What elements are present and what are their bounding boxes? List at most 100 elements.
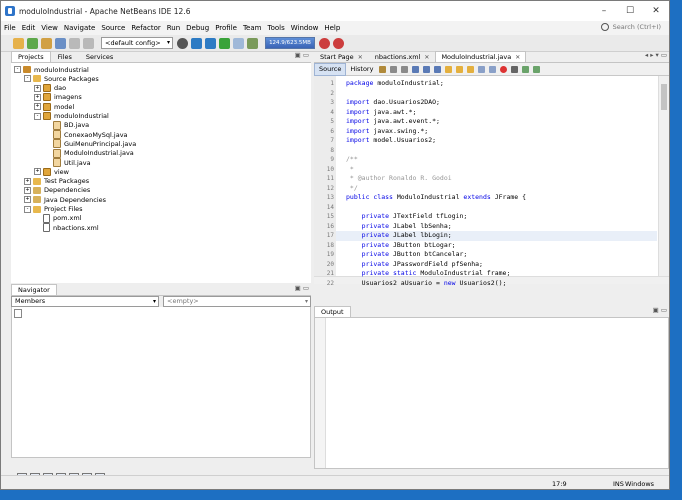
empty-select[interactable]: <empty> — [163, 296, 311, 307]
comment-icon[interactable] — [522, 65, 530, 73]
tree-item[interactable]: Util.java — [44, 158, 91, 167]
stop-macro-icon[interactable] — [511, 65, 519, 73]
new-file-icon[interactable] — [27, 37, 38, 49]
close-tab-icon[interactable]: ✕ — [515, 54, 520, 61]
last-edit-icon[interactable] — [379, 65, 387, 73]
maximize-button[interactable]: ☐ — [617, 1, 643, 21]
panel-controls[interactable]: ▣ ▭ — [295, 51, 309, 59]
build-icon[interactable] — [191, 37, 202, 49]
redo-icon[interactable] — [83, 37, 94, 49]
menu-run[interactable]: Run — [164, 24, 183, 32]
tab-modulo-industrial[interactable]: ModuloIndustrial.java ✕ — [435, 51, 527, 62]
close-tab-icon[interactable]: ✕ — [424, 54, 429, 61]
globe-icon[interactable] — [177, 37, 188, 49]
tree-item[interactable]: - Project Files — [24, 205, 83, 214]
menu-window[interactable]: Window — [288, 24, 322, 32]
back-icon[interactable] — [390, 65, 398, 73]
menu-help[interactable]: Help — [321, 24, 343, 32]
save-all-icon[interactable] — [55, 37, 66, 49]
tree-item[interactable]: + Dependencies — [24, 186, 90, 195]
tree-item[interactable]: GuiMenuPrincipal.java — [44, 139, 136, 149]
next-bookmark-icon[interactable] — [467, 65, 475, 73]
tree-item[interactable]: - moduloIndustrial — [34, 112, 109, 121]
tab-start-page[interactable]: Start Page ✕ — [314, 51, 369, 62]
gc-icon[interactable] — [319, 37, 330, 49]
expand-toggle-icon[interactable]: - — [14, 66, 21, 73]
expand-toggle-icon[interactable]: - — [24, 205, 31, 213]
new-project-icon[interactable] — [13, 37, 24, 49]
menu-navigate[interactable]: Navigate — [61, 24, 98, 32]
expand-toggle-icon[interactable]: + — [34, 168, 41, 176]
tab-projects[interactable]: Projects — [11, 51, 51, 62]
tab-files[interactable]: Files — [51, 51, 79, 62]
tree-item[interactable]: BD.java — [44, 120, 89, 130]
members-select[interactable]: Members — [11, 296, 159, 307]
stop-profiler-icon[interactable] — [333, 37, 344, 49]
menu-debug[interactable]: Debug — [183, 24, 212, 32]
menu-source[interactable]: Source — [98, 24, 128, 32]
expand-toggle-icon[interactable]: + — [34, 84, 41, 92]
expand-toggle-icon[interactable]: + — [24, 196, 31, 204]
shift-left-icon[interactable] — [478, 65, 486, 73]
open-project-icon[interactable] — [41, 37, 52, 49]
find-icon[interactable] — [412, 65, 420, 73]
expand-toggle-icon[interactable]: - — [34, 112, 41, 120]
tab-navigator[interactable]: Navigator — [11, 284, 57, 295]
tab-output[interactable]: Output — [314, 306, 351, 317]
tree-item[interactable]: ModuloIndustrial.java — [44, 148, 134, 158]
tree-item[interactable]: + Test Packages — [24, 177, 89, 186]
expand-toggle-icon[interactable]: + — [24, 177, 31, 185]
profile-icon[interactable] — [247, 37, 258, 49]
editor-tab-controls[interactable]: ◂ ▸ ▾ ▭ — [645, 51, 667, 59]
expand-toggle-icon[interactable]: - — [24, 75, 31, 83]
find-next-icon[interactable] — [434, 65, 442, 73]
clean-build-icon[interactable] — [205, 37, 216, 49]
java-file-icon — [53, 139, 61, 149]
menu-team[interactable]: Team — [240, 24, 265, 32]
search-box[interactable]: Search (Ctrl+I) — [600, 23, 661, 31]
source-button[interactable]: Source — [314, 62, 347, 76]
close-button[interactable]: ✕ — [643, 1, 669, 21]
config-select[interactable]: <default config> — [101, 37, 173, 49]
tree-item[interactable]: + imagens — [34, 93, 82, 102]
record-macro-icon[interactable] — [500, 65, 508, 73]
tree-item[interactable]: + dao — [34, 84, 66, 93]
shift-right-icon[interactable] — [489, 65, 497, 73]
debug-icon[interactable] — [233, 37, 244, 49]
expand-toggle-icon[interactable]: + — [34, 93, 41, 101]
navigator-controls[interactable]: ▣ ▭ — [295, 284, 309, 292]
menu-tools[interactable]: Tools — [264, 24, 287, 32]
output-controls[interactable]: ▣ ▭ — [653, 306, 667, 314]
expand-toggle-icon[interactable]: + — [34, 103, 41, 111]
menu-refactor[interactable]: Refactor — [128, 24, 163, 32]
tree-item[interactable]: - moduloIndustrial — [14, 65, 89, 74]
uncomment-icon[interactable] — [533, 65, 541, 73]
find-prev-icon[interactable] — [423, 65, 431, 73]
tree-item[interactable]: + Java Dependencies — [24, 195, 106, 204]
tab-services[interactable]: Services — [79, 51, 120, 62]
history-button[interactable]: History — [346, 64, 377, 75]
tree-item[interactable]: nbactions.xml — [34, 223, 99, 233]
toggle-highlight-icon[interactable] — [445, 65, 453, 73]
tree-item[interactable]: ConexaoMySql.java — [44, 130, 128, 140]
menu-edit[interactable]: Edit — [19, 24, 39, 32]
code-editor[interactable]: 1 2 3 4 5 6 7 8 9 10 11 12 13 14 15 16 17 18 19 20 21 22 pack… — [314, 76, 669, 287]
tree-item[interactable]: pom.xml — [34, 213, 82, 223]
tab-nbactions[interactable]: nbactions.xml ✕ — [369, 51, 436, 62]
undo-icon[interactable] — [69, 37, 80, 49]
menu-file[interactable]: File — [1, 24, 19, 32]
vertical-scrollbar[interactable] — [658, 76, 669, 276]
prev-bookmark-icon[interactable] — [456, 65, 464, 73]
run-icon[interactable] — [219, 37, 230, 49]
tree-item[interactable]: - Source Packages — [24, 74, 99, 83]
tree-item[interactable]: + model — [34, 102, 74, 111]
menu-profile[interactable]: Profile — [212, 24, 240, 32]
tree-item[interactable]: + view — [34, 167, 69, 176]
memory-indicator[interactable]: 124.9/623.5MB — [265, 37, 315, 49]
close-tab-icon[interactable]: ✕ — [358, 54, 363, 61]
forward-icon[interactable] — [401, 65, 409, 73]
scroll-thumb[interactable] — [661, 84, 667, 110]
menu-view[interactable]: View — [38, 24, 61, 32]
minimize-button[interactable]: – — [591, 1, 617, 21]
expand-toggle-icon[interactable]: + — [24, 186, 31, 194]
